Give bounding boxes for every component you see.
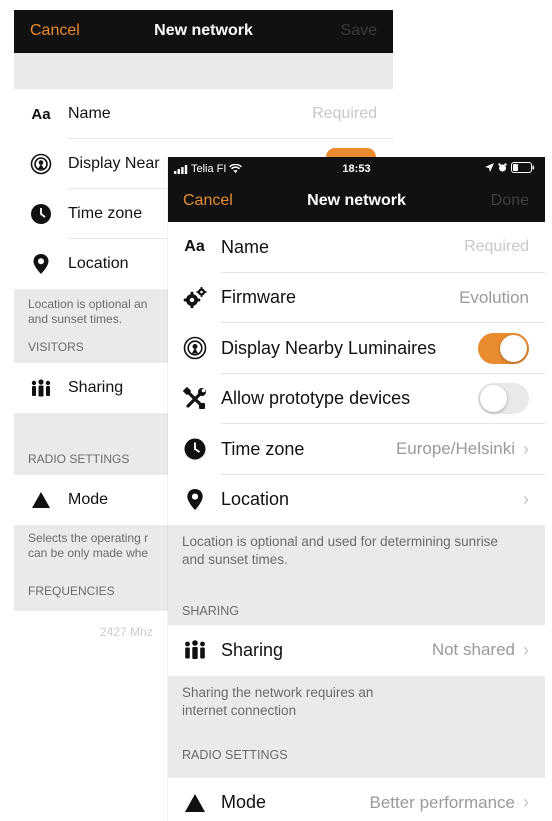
- chevron-right-icon: ›: [523, 489, 529, 510]
- row-firmware[interactable]: Firmware Evolution: [168, 272, 545, 323]
- back-frequency-peek: 2427 Mhz: [100, 625, 153, 639]
- people-icon: [168, 640, 221, 660]
- chevron-right-icon: ›: [523, 438, 529, 459]
- row-display-nearby-label: Display Nearby Luminaires: [221, 337, 437, 358]
- battery-icon: [511, 162, 535, 173]
- row-timezone-value: Europe/Helsinki: [395, 439, 515, 459]
- chevron-right-icon: ›: [523, 639, 529, 660]
- chevron-right-icon: ›: [523, 792, 529, 813]
- toggle-knob: [480, 385, 507, 413]
- row-mode-value-wrap: Better performance ›: [369, 792, 529, 813]
- row-location[interactable]: Location ›: [168, 474, 545, 525]
- toggle-knob: [500, 334, 527, 362]
- row-prototype: Allow prototype devices: [168, 373, 545, 424]
- row-name[interactable]: Aa Name Required: [168, 222, 545, 273]
- sharing-note: Sharing the network requires an internet…: [168, 675, 545, 732]
- row-location-value-wrap: ›: [515, 489, 529, 510]
- nav-title: New network: [307, 192, 406, 209]
- nav-bar: Cancel New network Done: [168, 181, 545, 222]
- row-sharing-label: Sharing: [221, 639, 284, 660]
- triangle-icon: [14, 492, 68, 508]
- back-top-spacer: [14, 53, 393, 89]
- triangle-icon: [168, 793, 221, 812]
- row-timezone-label: Time zone: [221, 438, 305, 459]
- row-firmware-label: Firmware: [221, 287, 296, 308]
- prototype-toggle[interactable]: [478, 383, 529, 415]
- row-mode-label: Mode: [221, 792, 267, 813]
- row-sharing-value-wrap: Not shared ›: [432, 640, 529, 661]
- people-icon: [14, 379, 68, 397]
- row-timezone[interactable]: Time zone Europe/Helsinki ›: [168, 424, 545, 475]
- location-note: Location is optional and used for determ…: [168, 525, 545, 585]
- back-row-name[interactable]: Aa Name Required: [14, 89, 393, 139]
- row-display-nearby: Display Nearby Luminaires: [168, 323, 545, 374]
- back-nav-title: New network: [154, 22, 253, 39]
- broadcast-icon: [14, 153, 68, 175]
- back-toggle-peek: [326, 148, 376, 157]
- back-row-name-placeholder: Required: [312, 105, 377, 122]
- done-button[interactable]: Done: [491, 192, 529, 210]
- row-timezone-value-wrap: Europe/Helsinki ›: [396, 439, 529, 460]
- sharing-header: SHARING: [168, 585, 545, 625]
- location-arrow-icon: [485, 163, 494, 172]
- radio-settings-header: RADIO SETTINGS: [168, 731, 545, 778]
- status-right: [485, 162, 535, 173]
- back-nav-bar: Cancel New network Save: [14, 10, 393, 53]
- name-input-placeholder[interactable]: Required: [464, 238, 529, 256]
- location-pin-icon: [14, 253, 68, 275]
- row-sharing[interactable]: Sharing Not shared ›: [168, 625, 545, 676]
- row-mode-value: Better performance: [369, 792, 515, 812]
- aa-icon: Aa: [31, 105, 51, 123]
- alarm-icon: [498, 163, 507, 172]
- status-bar: Telia FI 18:53: [168, 157, 545, 181]
- gears-icon: [168, 286, 221, 309]
- foreground-screenshot: Telia FI 18:53 Cancel New network Done A…: [168, 157, 545, 821]
- back-row-location-label: Location: [68, 255, 129, 272]
- broadcast-icon: [168, 336, 221, 360]
- row-prototype-label: Allow prototype devices: [221, 388, 411, 409]
- row-name-label: Name: [221, 236, 270, 257]
- back-save-button[interactable]: Save: [341, 22, 377, 40]
- row-location-label: Location: [221, 489, 290, 510]
- row-mode[interactable]: Mode Better performance ›: [168, 777, 545, 821]
- back-row-name-label: Name: [68, 105, 111, 122]
- aa-icon: Aa: [184, 238, 205, 256]
- clock-icon: [14, 203, 68, 225]
- row-sharing-value: Not shared: [431, 640, 515, 660]
- tools-icon: [168, 386, 221, 411]
- clock-icon: [168, 438, 221, 460]
- back-row-display-nearby-label: Display Near: [68, 155, 160, 172]
- location-pin-icon: [168, 488, 221, 511]
- row-firmware-value: Evolution: [459, 287, 529, 307]
- back-row-timezone-label: Time zone: [68, 205, 143, 222]
- display-nearby-toggle[interactable]: [478, 332, 529, 364]
- back-row-sharing-label: Sharing: [68, 379, 124, 396]
- back-row-mode-label: Mode: [68, 491, 109, 508]
